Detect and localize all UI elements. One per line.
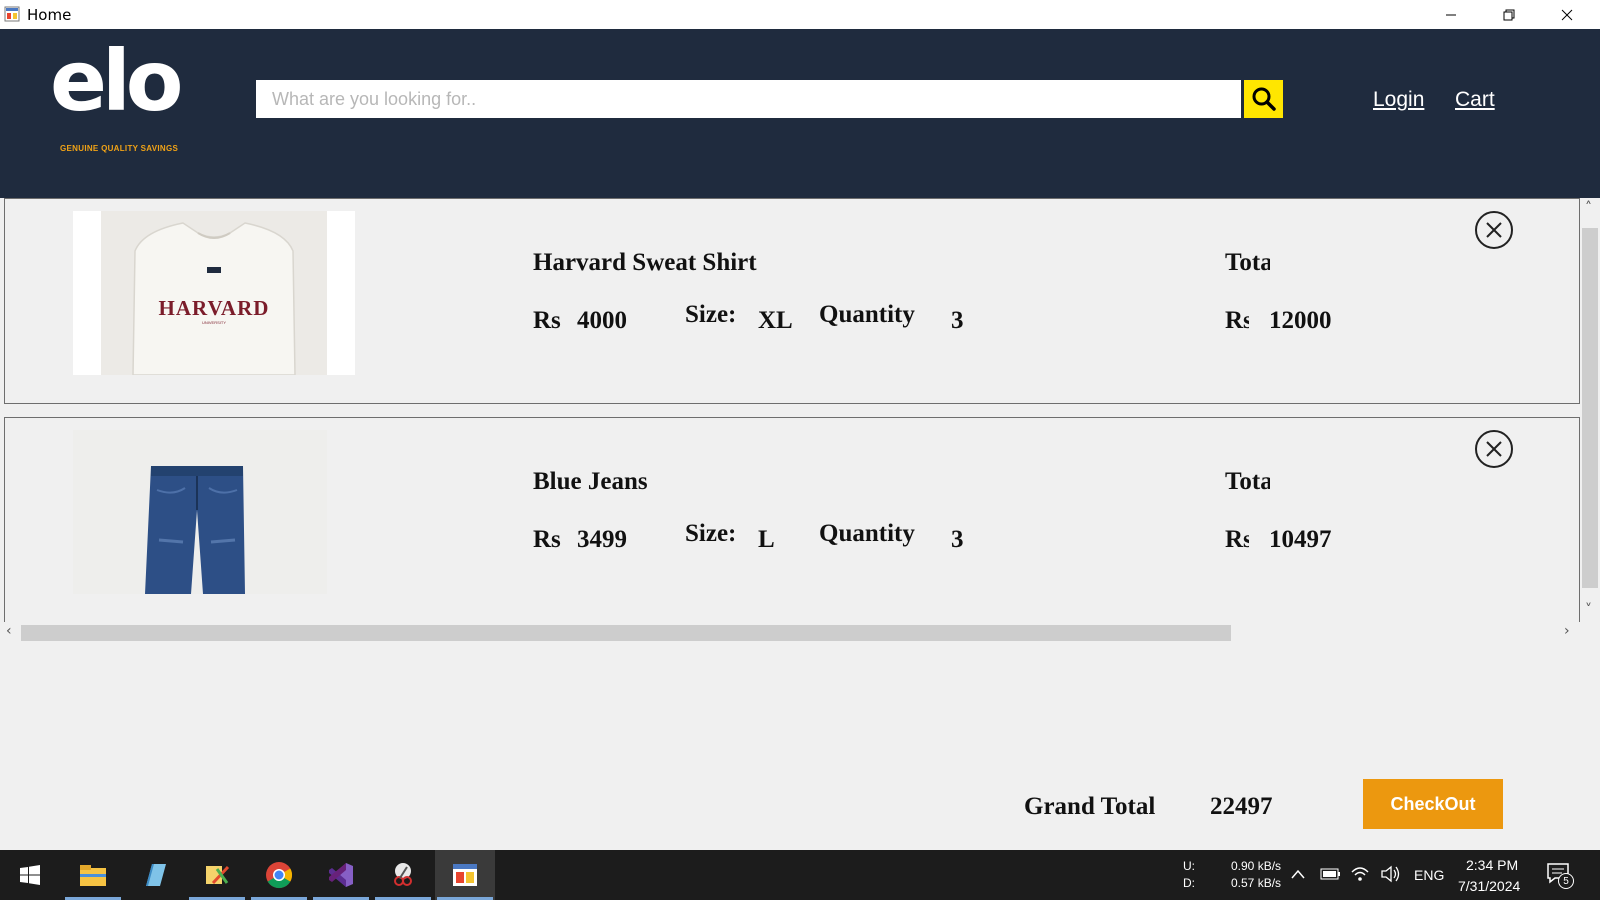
logo-text: elo xyxy=(50,32,184,130)
product-name: Harvard Sweat Shirt xyxy=(533,249,757,276)
close-icon xyxy=(1561,9,1573,20)
logo-tagline: GENUINE QUALITY SAVINGS xyxy=(60,144,179,153)
item-total: 10497 xyxy=(1269,526,1332,553)
svg-text:UNIVERSITY: UNIVERSITY xyxy=(202,320,226,325)
net-down-speed: 0.57 kB/s xyxy=(1231,876,1282,890)
item-total: 12000 xyxy=(1269,307,1332,334)
product-size: L xyxy=(758,526,775,553)
remove-item-button[interactable] xyxy=(1475,211,1513,249)
taskbar-notepad[interactable] xyxy=(125,850,185,900)
notification-center-button[interactable]: 5 xyxy=(1546,862,1576,890)
minimize-icon xyxy=(1446,14,1456,15)
language-indicator[interactable]: ENG xyxy=(1414,867,1444,883)
taskbar-file-explorer[interactable] xyxy=(63,850,123,900)
windows-logo-icon xyxy=(20,865,40,885)
product-name: Blue Jeans xyxy=(533,468,648,495)
cart-list[interactable]: HARVARD UNIVERSITY Harvard Sweat Shirt R… xyxy=(0,198,1600,644)
wifi-icon[interactable] xyxy=(1350,864,1370,884)
price-currency: Rs xyxy=(533,307,561,334)
product-quantity[interactable]: 3 xyxy=(951,526,964,554)
scroll-right-arrow-icon[interactable]: › xyxy=(1564,623,1570,639)
product-price: 4000 xyxy=(577,307,627,334)
battery-icon[interactable] xyxy=(1320,866,1342,882)
minimize-button[interactable] xyxy=(1422,0,1480,29)
scroll-up-arrow-icon[interactable]: ˄ xyxy=(1585,200,1592,216)
chrome-icon xyxy=(266,862,293,889)
clock-date[interactable]: 7/31/2024 xyxy=(1458,878,1520,894)
cart-item: Blue Jeans Rs 3499 Size: L Quantity 3 To… xyxy=(4,417,1580,623)
vertical-scroll-thumb[interactable] xyxy=(1582,228,1598,588)
total-currency: Rs xyxy=(1225,526,1249,553)
quantity-label: Quantity xyxy=(819,301,915,328)
product-image-sweatshirt: HARVARD UNIVERSITY xyxy=(73,211,355,375)
scroll-left-arrow-icon[interactable]: ‹ xyxy=(6,623,12,639)
quantity-label: Quantity xyxy=(819,520,915,547)
taskbar-sticky-tools[interactable] xyxy=(187,850,247,900)
restore-icon xyxy=(1503,9,1515,20)
site-header: elo GENUINE QUALITY SAVINGS Login Cart xyxy=(0,29,1600,198)
visual-studio-icon xyxy=(329,863,353,887)
search-button[interactable] xyxy=(1244,80,1283,118)
snipping-tool-icon xyxy=(394,863,412,886)
cart-link[interactable]: Cart xyxy=(1455,88,1495,112)
product-image-jeans xyxy=(73,430,355,594)
notification-count-badge: 5 xyxy=(1558,873,1574,889)
scroll-down-arrow-icon[interactable]: ˅ xyxy=(1585,602,1592,618)
price-currency: Rs xyxy=(533,526,561,553)
net-down-label: D: xyxy=(1183,876,1195,890)
volume-icon[interactable] xyxy=(1380,864,1402,884)
checkout-button[interactable]: CheckOut xyxy=(1363,779,1503,829)
folder-icon xyxy=(80,865,106,886)
start-button[interactable] xyxy=(0,850,60,900)
chevron-up-icon[interactable] xyxy=(1290,868,1306,880)
login-link[interactable]: Login xyxy=(1373,88,1424,112)
close-icon xyxy=(1486,441,1502,457)
horizontal-scroll-thumb[interactable] xyxy=(21,625,1231,641)
logo[interactable]: elo GENUINE QUALITY SAVINGS xyxy=(50,39,190,153)
windows-taskbar: U: D: 0.90 kB/s 0.57 kB/s ENG 2:34 PM 7/… xyxy=(0,850,1600,900)
grand-total-value: 22497 xyxy=(1210,793,1273,820)
remove-item-button[interactable] xyxy=(1475,430,1513,468)
window-title-bar: Home xyxy=(0,0,1600,29)
close-window-button[interactable] xyxy=(1538,0,1596,29)
product-price: 3499 xyxy=(577,526,627,553)
svg-text:HARVARD: HARVARD xyxy=(159,296,270,320)
size-label: Size: xyxy=(685,301,737,328)
search-input[interactable] xyxy=(256,80,1241,118)
total-currency: Rs xyxy=(1225,307,1249,334)
window-title: Home xyxy=(27,6,72,24)
close-icon xyxy=(1486,222,1502,238)
taskbar-chrome[interactable] xyxy=(249,850,309,900)
net-up-label: U: xyxy=(1183,859,1195,873)
size-label: Size: xyxy=(685,520,737,547)
notepad-icon xyxy=(146,864,166,886)
restore-button[interactable] xyxy=(1480,0,1538,29)
winforms-app-icon xyxy=(453,864,477,886)
search-icon xyxy=(1252,87,1276,111)
tools-icon xyxy=(206,865,230,885)
horizontal-scrollbar[interactable]: ‹ › xyxy=(0,622,1580,642)
clock-time[interactable]: 2:34 PM xyxy=(1466,857,1518,873)
grand-total-label: Grand Total xyxy=(1024,793,1156,820)
product-quantity[interactable]: 3 xyxy=(951,307,964,335)
product-size: XL xyxy=(758,307,793,334)
total-label: Total xyxy=(1225,468,1270,495)
taskbar-visual-studio[interactable] xyxy=(311,850,371,900)
taskbar-home-app[interactable] xyxy=(435,850,495,900)
cart-item: HARVARD UNIVERSITY Harvard Sweat Shirt R… xyxy=(4,198,1580,404)
total-label: Total xyxy=(1225,249,1270,276)
taskbar-snipping-tool[interactable] xyxy=(373,850,433,900)
vertical-scrollbar[interactable]: ˄ ˅ xyxy=(1580,198,1600,622)
net-up-speed: 0.90 kB/s xyxy=(1231,859,1282,873)
app-icon xyxy=(4,6,20,22)
